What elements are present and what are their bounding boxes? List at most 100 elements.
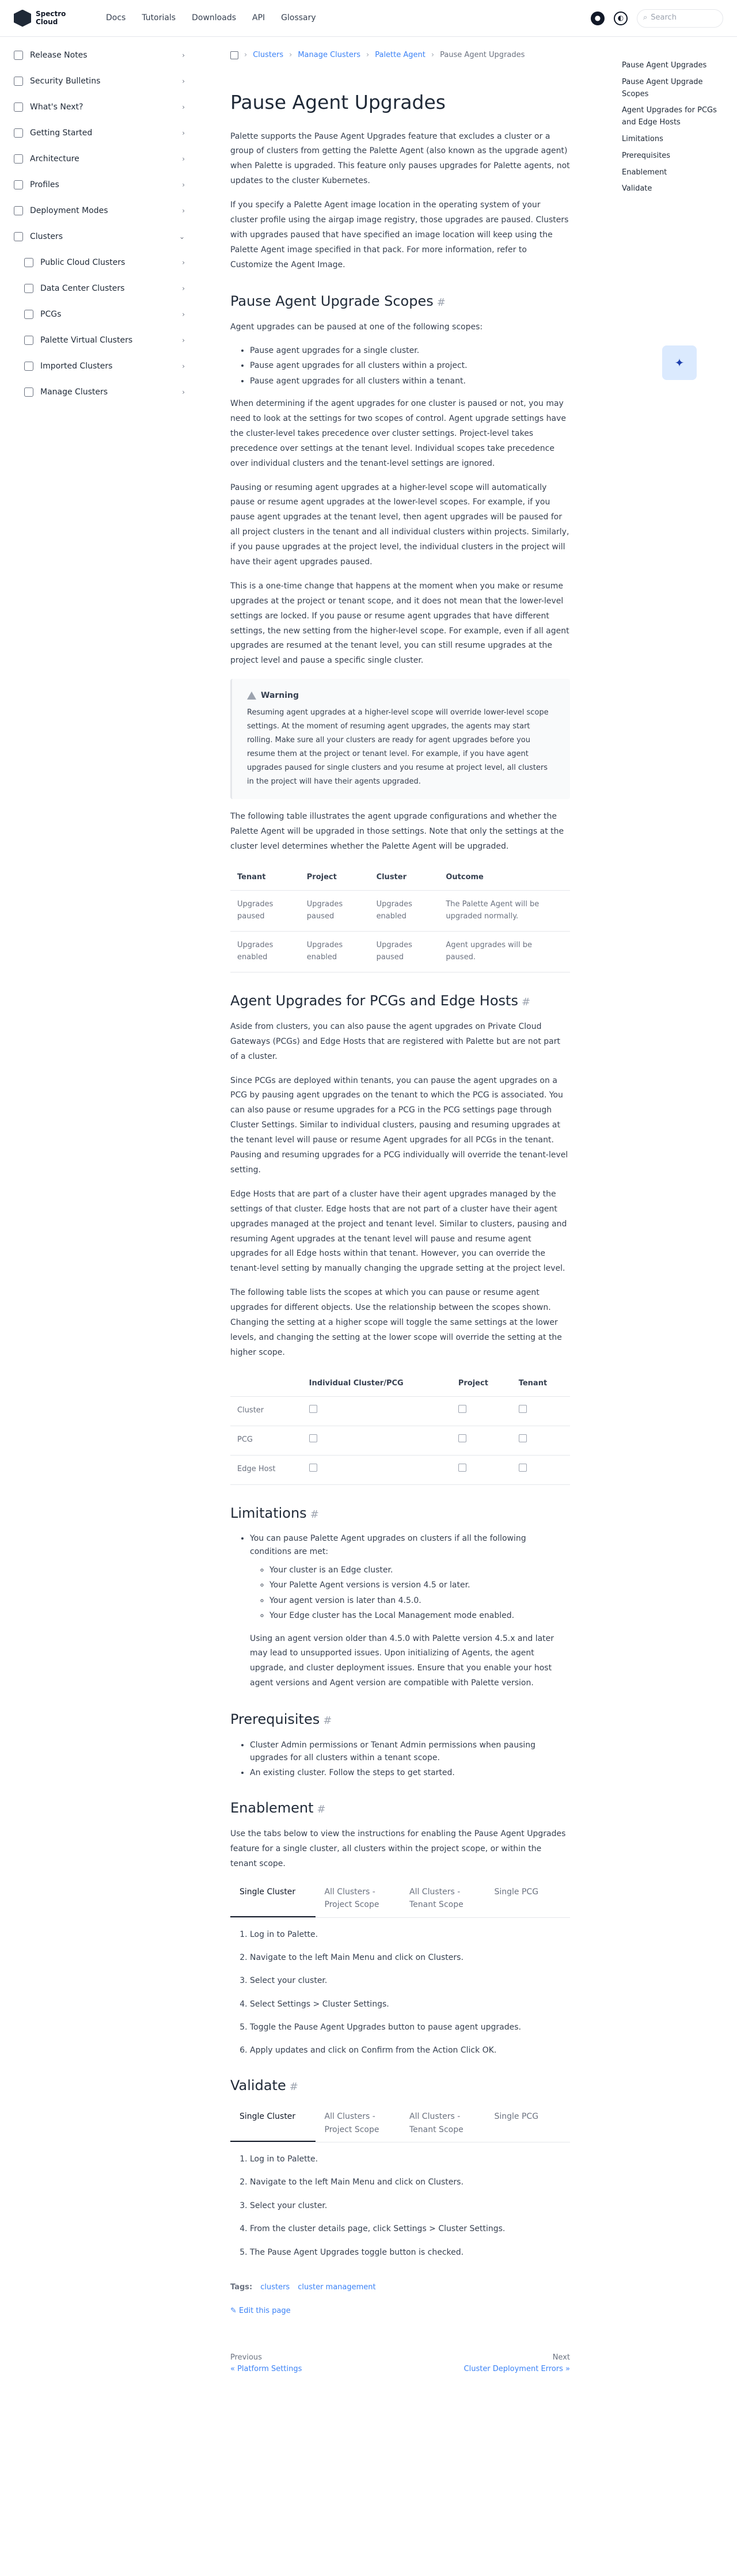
enablement-intro: Use the tabs below to view the instructi…: [230, 1829, 566, 1868]
sidebar-item[interactable]: Security Bulletins ›: [7, 69, 192, 94]
logo-icon: [14, 9, 31, 27]
chevron-right-icon[interactable]: ›: [182, 102, 185, 113]
anchor-link-icon[interactable]: #: [290, 2081, 298, 2093]
tag-link[interactable]: cluster management: [298, 2282, 375, 2294]
toc-link[interactable]: Pause Agent Upgrades: [622, 60, 720, 72]
list-item: Your agent version is later than 4.5.0.: [269, 1594, 570, 1607]
heading-prerequisites: Prerequisites #: [230, 1711, 332, 1728]
chevron-right-icon[interactable]: ›: [182, 76, 185, 87]
nav-tutorials[interactable]: Tutorials: [142, 12, 176, 24]
tab-tenant-scope[interactable]: All Clusters - Tenant Scope: [400, 2106, 485, 2142]
sidebar-item[interactable]: Imported Clusters ›: [7, 354, 192, 379]
tab-project-scope[interactable]: All Clusters - Project Scope: [316, 2106, 401, 2142]
sidebar-item[interactable]: Clusters ⌄: [7, 224, 192, 250]
sidebar-item[interactable]: Release Notes ›: [7, 43, 192, 69]
sidebar-item[interactable]: What's Next? ›: [7, 94, 192, 120]
anchor-link-icon[interactable]: #: [437, 297, 446, 309]
main-nav: Docs Tutorials Downloads API Glossary: [106, 12, 316, 24]
chevron-right-icon[interactable]: ›: [182, 335, 185, 346]
tab-single-cluster[interactable]: Single Cluster: [230, 1881, 316, 1917]
chevron-right-icon[interactable]: ›: [182, 283, 185, 294]
brand-logo[interactable]: Spectro Cloud: [14, 9, 94, 27]
sidebar-item[interactable]: Manage Clusters ›: [7, 379, 192, 405]
prev-page-link[interactable]: Previous « Platform Settings: [230, 2352, 302, 2376]
toc-link[interactable]: Pause Agent Upgrade Scopes: [622, 77, 720, 101]
breadcrumb-clusters[interactable]: Clusters: [253, 50, 283, 62]
github-icon[interactable]: ●: [591, 11, 605, 25]
validate-steps: Log in to Palette. Navigate to the left …: [250, 2153, 570, 2259]
tab-single-pcg[interactable]: Single PCG: [485, 1881, 571, 1917]
tab-tenant-scope[interactable]: All Clusters - Tenant Scope: [400, 1881, 485, 1917]
list-item: Toggle the Pause Agent Upgrades button t…: [250, 2021, 570, 2034]
search-input[interactable]: ⌕ Search: [637, 9, 723, 28]
sidebar-item[interactable]: Palette Virtual Clusters ›: [7, 328, 192, 354]
toc-link[interactable]: Enablement: [622, 167, 720, 179]
chevron-right-icon[interactable]: ›: [182, 361, 185, 372]
nav-docs[interactable]: Docs: [106, 12, 126, 24]
edit-icon: ✎: [230, 2306, 237, 2315]
chevron-right-icon[interactable]: ›: [182, 180, 185, 191]
tags-row: Tags: clusters cluster management: [230, 2282, 570, 2294]
sidebar-item[interactable]: Architecture ›: [7, 146, 192, 172]
sidebar: Release Notes › Security Bulletins › What's …: [0, 37, 199, 411]
sidebar-item[interactable]: Public Cloud Clusters ›: [7, 250, 192, 276]
toc-link[interactable]: Limitations: [622, 134, 720, 146]
sidebar-item-label: Security Bulletins: [30, 77, 101, 86]
list-item: Select your cluster.: [250, 1974, 570, 1987]
list-item: Select Settings > Cluster Settings.: [250, 1998, 570, 2011]
anchor-link-icon[interactable]: #: [323, 1715, 332, 1727]
tab-project-scope[interactable]: All Clusters - Project Scope: [316, 1881, 401, 1917]
sidebar-item-label: Data Center Clusters: [40, 284, 125, 294]
enablement-steps: Log in to Palette. Navigate to the left …: [250, 1928, 570, 2057]
list-item: Log in to Palette.: [250, 2153, 570, 2165]
chevron-right-icon[interactable]: ›: [182, 387, 185, 398]
theme-toggle-icon[interactable]: ◐: [614, 11, 628, 25]
check-icon: [518, 1464, 527, 1472]
toc-link[interactable]: Prerequisites: [622, 150, 720, 162]
sidebar-item[interactable]: Profiles ›: [7, 172, 192, 198]
home-icon[interactable]: [230, 51, 238, 60]
nav-api[interactable]: API: [252, 12, 265, 24]
chevron-down-icon[interactable]: ⌄: [179, 231, 185, 242]
chat-assistant-button[interactable]: ✦: [662, 345, 697, 380]
scopes-paragraph-3: This is a one-time change that happens a…: [230, 581, 569, 666]
table-header: Cluster: [369, 864, 439, 891]
chevron-right-icon[interactable]: ›: [182, 128, 185, 139]
sidebar-item[interactable]: Deployment Modes ›: [7, 198, 192, 224]
edit-page-link[interactable]: ✎ Edit this page: [230, 2305, 570, 2317]
list-item: You can pause Palette Agent upgrades on …: [250, 1532, 570, 1691]
sidebar-item[interactable]: Data Center Clusters ›: [7, 276, 192, 302]
nav-glossary[interactable]: Glossary: [281, 12, 316, 24]
pcg-paragraph-2: Since PCGs are deployed within tenants, …: [230, 1076, 568, 1175]
chevron-right-icon[interactable]: ›: [182, 257, 185, 268]
breadcrumb-manage-clusters[interactable]: Manage Clusters: [298, 50, 360, 62]
warning-icon: [247, 692, 256, 700]
page-title: Pause Agent Upgrades: [230, 90, 446, 113]
toc-link[interactable]: Agent Upgrades for PCGs and Edge Hosts: [622, 105, 720, 129]
check-icon: [518, 1434, 527, 1443]
anchor-link-icon[interactable]: #: [522, 996, 530, 1008]
chevron-right-icon[interactable]: ›: [182, 309, 185, 320]
sidebar-item-label: Public Cloud Clusters: [40, 258, 126, 268]
tab-single-pcg[interactable]: Single PCG: [485, 2106, 571, 2142]
toc-link[interactable]: Validate: [622, 183, 720, 195]
next-page-link[interactable]: Next Cluster Deployment Errors »: [464, 2352, 570, 2376]
sidebar-item-label: What's Next?: [30, 102, 83, 112]
sidebar-item[interactable]: Getting Started ›: [7, 120, 192, 146]
chat-icon: ✦: [674, 356, 685, 370]
limitations-list: You can pause Palette Agent upgrades on …: [250, 1532, 570, 1691]
shield-icon: [14, 77, 23, 86]
scopes-table: Tenant Project Cluster Outcome Upgrades …: [230, 864, 570, 972]
tab-single-cluster[interactable]: Single Cluster: [230, 2106, 316, 2142]
chevron-right-icon[interactable]: ›: [182, 154, 185, 165]
breadcrumb-palette-agent[interactable]: Palette Agent: [375, 50, 426, 62]
sidebar-item-label: Profiles: [30, 180, 59, 190]
tag-link[interactable]: clusters: [260, 2282, 290, 2294]
chevron-right-icon[interactable]: ›: [182, 206, 185, 216]
anchor-link-icon[interactable]: #: [310, 1509, 319, 1521]
nav-downloads[interactable]: Downloads: [192, 12, 236, 24]
list-item: Log in to Palette.: [250, 1928, 570, 1941]
chevron-right-icon[interactable]: ›: [182, 50, 185, 61]
sidebar-item[interactable]: PCGs ›: [7, 302, 192, 328]
anchor-link-icon[interactable]: #: [317, 1803, 326, 1815]
